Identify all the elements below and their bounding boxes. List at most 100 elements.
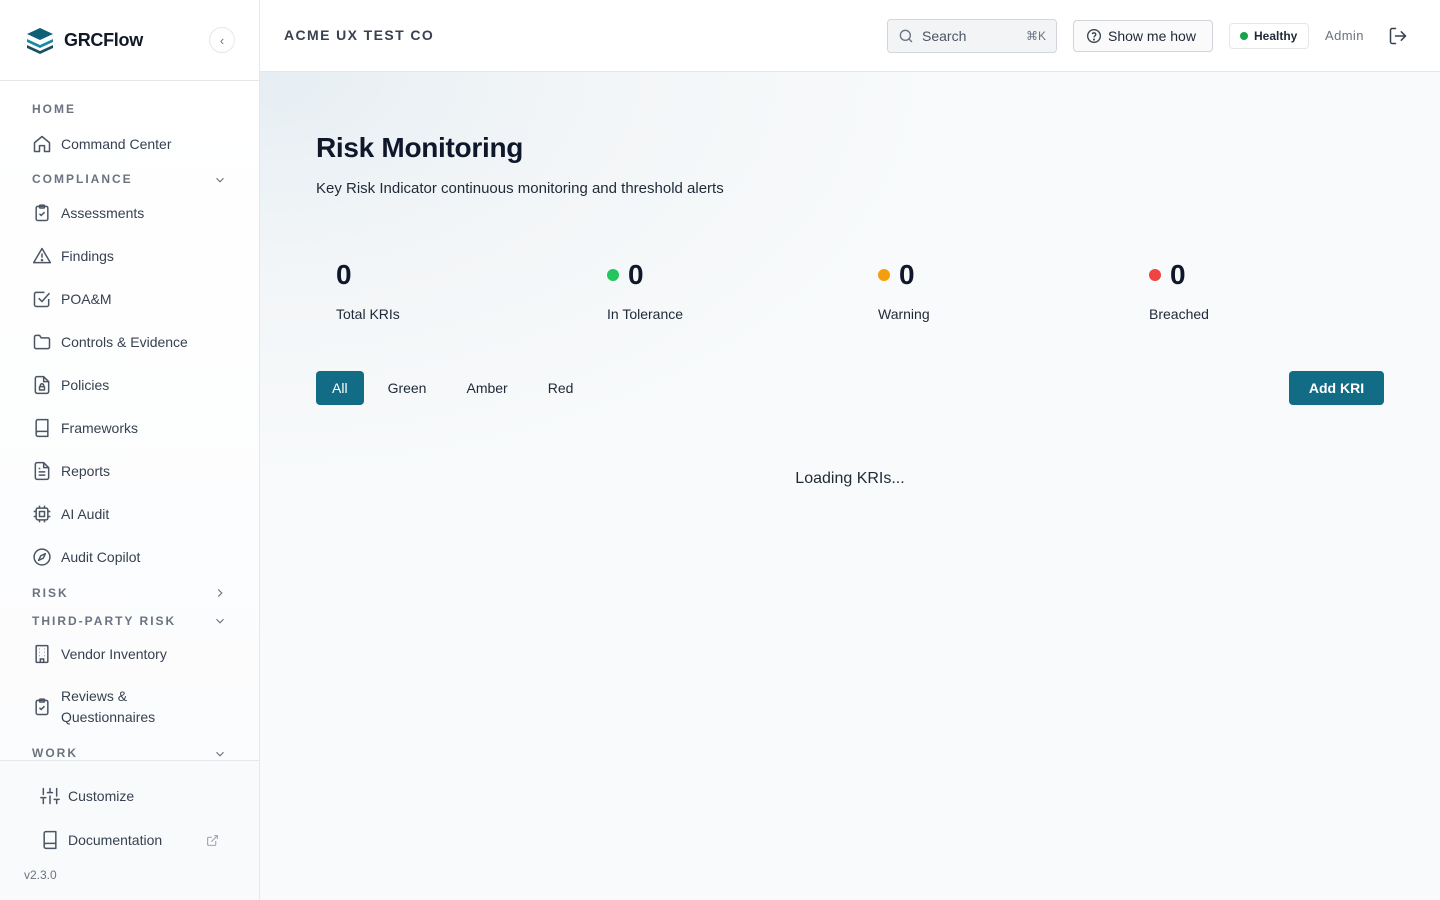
search-placeholder: Search [922,28,967,44]
stat-value: 0 [1149,258,1209,292]
brand-header: GRCFlow ‹ [0,0,259,81]
folder-icon [32,332,52,352]
app-version: v2.3.0 [24,868,57,882]
logout-icon[interactable] [1388,26,1408,46]
show-me-how-label: Show me how [1108,28,1196,44]
sidebar-item-label: Frameworks [61,420,139,436]
status-dot [1240,32,1248,40]
sliders-icon [40,786,60,806]
section-risk[interactable]: RISK [32,586,69,600]
documentation-link[interactable]: Documentation [40,830,162,850]
alert-triangle-icon [32,246,52,266]
book-icon [40,830,60,850]
red-status-dot [1149,269,1161,281]
chevron-down-icon[interactable] [213,747,227,760]
section-compliance[interactable]: COMPLIANCE [32,172,133,186]
chevron-left-icon: ‹ [219,32,225,48]
section-home: HOME [32,102,76,116]
show-me-how-button[interactable]: Show me how [1073,20,1213,52]
stat-number: 0 [1170,259,1186,290]
sidebar-item-label: Vendor Inventory [61,646,167,662]
search-input[interactable]: Search ⌘K [887,19,1057,53]
stat-warning: 0 Warning [878,258,930,322]
stat-value: 0 [336,258,400,292]
sidebar-item-assessments[interactable]: Assessments [32,203,144,223]
sidebar-item-label: Command Center [61,136,172,152]
stat-label: Warning [878,306,930,322]
section-work[interactable]: WORK [32,746,78,760]
user-role: Admin [1325,28,1364,43]
collapse-sidebar-button[interactable]: ‹ [209,27,235,53]
checkbox-icon [32,289,52,309]
building-icon [32,644,52,664]
home-icon [32,134,52,154]
stat-number: 0 [899,259,915,290]
organization-name: ACME UX TEST CO [284,27,435,43]
clipboard-check-icon [32,697,52,717]
compass-icon [32,547,52,567]
sidebar-item-label: Audit Copilot [61,549,141,565]
sidebar-item-command-center[interactable]: Command Center [32,134,172,154]
sidebar-item-label: POA&M [61,291,112,307]
sidebar-item-ai-audit[interactable]: AI Audit [32,504,109,524]
filter-tab-green[interactable]: Green [372,371,443,405]
search-shortcut: ⌘K [1025,29,1046,43]
green-status-dot [607,269,619,281]
sidebar-item-frameworks[interactable]: Frameworks [32,418,138,438]
sidebar-item-reports[interactable]: Reports [32,461,110,481]
grcflow-logo-icon [24,24,56,56]
sidebar-item-label: Reviews & Questionnaires [61,686,155,728]
chevron-down-icon[interactable] [213,173,227,187]
sidebar-item-label: Assessments [61,205,145,221]
book-icon [32,418,52,438]
stat-number: 0 [628,259,644,290]
customize-button[interactable]: Customize [40,786,134,806]
amber-status-dot [878,269,890,281]
loading-message: Loading KRIs... [795,470,905,487]
external-link-icon [206,834,219,847]
help-circle-icon [1086,28,1102,44]
stat-in-tolerance: 0 In Tolerance [607,258,683,322]
sidebar-item-reviews-questionnaires[interactable]: Reviews & Questionnaires [32,686,155,728]
sidebar-item-controls-evidence[interactable]: Controls & Evidence [32,332,188,352]
documentation-label: Documentation [68,832,163,848]
file-lock-icon [32,375,52,395]
search-icon [898,28,914,44]
filter-tab-red[interactable]: Red [532,371,590,405]
filter-tab-all[interactable]: All [316,371,364,405]
section-third-party-risk[interactable]: THIRD-PARTY RISK [32,614,176,628]
add-kri-button[interactable]: Add KRI [1289,371,1384,405]
main-content: Risk Monitoring Key Risk Indicator conti… [260,72,1440,900]
sidebar-footer: Customize Documentation v2.3.0 [0,760,259,900]
page-subtitle: Key Risk Indicator continuous monitoring… [316,180,724,197]
sidebar-item-audit-copilot[interactable]: Audit Copilot [32,547,140,567]
chevron-down-icon[interactable] [213,614,227,628]
sidebar-item-label: Findings [61,248,114,264]
clipboard-check-icon [32,203,52,223]
sidebar-item-label: AI Audit [61,506,110,522]
filter-tab-amber[interactable]: Amber [450,371,523,405]
sidebar-item-policies[interactable]: Policies [32,375,109,395]
sidebar: GRCFlow ‹ HOME Command Center COMPLIANCE… [0,0,260,900]
status-badge: Healthy [1229,23,1309,49]
sidebar-item-label: Controls & Evidence [61,334,188,350]
stat-number: 0 [336,259,352,290]
sidebar-item-poam[interactable]: POA&M [32,289,112,309]
stat-label: Breached [1149,306,1209,322]
sidebar-item-vendor-inventory[interactable]: Vendor Inventory [32,644,167,664]
stat-total-kris: 0 Total KRIs [336,258,400,322]
sidebar-item-findings[interactable]: Findings [32,246,114,266]
stat-label: Total KRIs [336,306,400,322]
sidebar-item-label-line2: Questionnaires [61,709,156,725]
customize-label: Customize [68,788,135,804]
stat-label: In Tolerance [607,306,684,322]
top-header: ACME UX TEST CO Search ⌘K Show me how He… [260,0,1440,72]
status-filter-tabs: All Green Amber Red [316,371,597,405]
sidebar-item-label: Policies [61,377,110,393]
brand-name: GRCFlow [64,29,143,50]
cpu-icon [32,504,52,524]
status-text: Healthy [1254,29,1298,43]
chevron-right-icon[interactable] [213,586,227,600]
sidebar-nav: HOME Command Center COMPLIANCE Assessmen… [0,81,259,760]
sidebar-item-label: Reports [61,463,111,479]
